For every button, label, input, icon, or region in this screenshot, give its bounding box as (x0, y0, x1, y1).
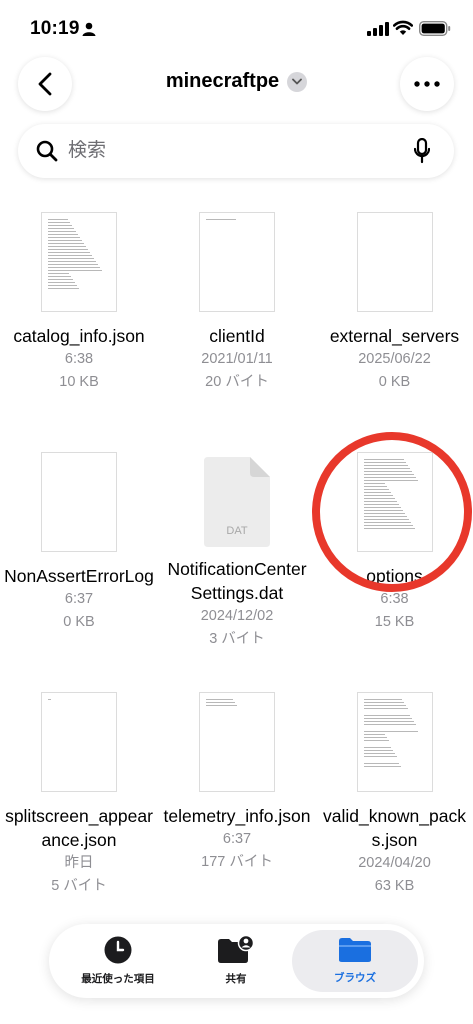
file-thumbnail (41, 212, 117, 312)
file-name: catalog_info.json (13, 326, 145, 346)
search-bar[interactable] (18, 124, 454, 178)
status-bar: 10:19 (0, 0, 473, 56)
file-name: NotificationCenterSettings.dat (167, 559, 307, 603)
file-date: 6:37 (222, 831, 252, 847)
tab-label: 共有 (225, 973, 247, 985)
tab-recents[interactable]: 最近使った項目 (55, 930, 181, 992)
ellipsis-icon (414, 81, 440, 87)
file-item[interactable]: options 6:38 15 KB (316, 445, 473, 685)
file-date: 2024/12/02 (200, 608, 274, 624)
file-item[interactable]: splitscreen_appearance.json 昨日 5 バイト (0, 685, 158, 925)
file-size: 10 KB (59, 374, 99, 390)
tab-label: 最近使った項目 (81, 973, 155, 985)
tab-label: ブラウズ (334, 972, 376, 984)
file-size: 5 バイト (51, 878, 107, 894)
battery-icon (419, 21, 451, 36)
file-thumbnail (199, 212, 275, 312)
file-type-badge: DAT (226, 525, 248, 537)
chevron-down-icon (287, 71, 308, 92)
file-thumbnail (356, 212, 433, 312)
file-size: 63 KB (374, 878, 415, 894)
file-item[interactable]: external_servers 2025/06/22 0 KB (316, 205, 473, 445)
file-name: NonAssertErrorLog (4, 566, 154, 586)
tab-shared[interactable]: 共有 (173, 930, 299, 992)
file-name: splitscreen_appearance.json (5, 806, 153, 850)
file-name: valid_known_packs.json (322, 806, 466, 850)
status-time: 10:19 (30, 18, 80, 39)
file-name: clientId (209, 326, 265, 346)
file-date: 2024/04/20 (358, 855, 431, 871)
clock-icon (104, 936, 132, 964)
file-item[interactable]: telemetry_info.json 6:37 177 バイト (158, 685, 316, 925)
file-size: 3 バイト (209, 631, 265, 647)
file-item[interactable]: DAT NotificationCenterSettings.dat 2024/12… (158, 445, 316, 685)
file-item[interactable]: clientId 2021/01/11 20 バイト (158, 205, 316, 445)
tab-bar: 最近使った項目 共有 ブラウズ (49, 924, 424, 998)
file-thumbnail (41, 692, 117, 792)
dat-file-icon: DAT (204, 457, 270, 547)
page-title: minecraftpe (165, 70, 280, 92)
file-item[interactable]: valid_known_packs.json 2024/04/20 63 KB (316, 685, 473, 925)
file-date: 6:37 (64, 591, 94, 607)
shared-folder-icon (218, 936, 255, 963)
file-name: options (366, 566, 423, 586)
more-options-button[interactable] (400, 57, 454, 111)
file-size: 0 KB (378, 374, 411, 390)
file-size: 177 バイト (201, 854, 273, 870)
folder-icon (339, 938, 371, 962)
file-item[interactable]: catalog_info.json 6:38 10 KB (0, 205, 158, 445)
file-name: telemetry_info.json (163, 806, 311, 826)
search-input[interactable] (68, 138, 398, 164)
file-size: 15 KB (374, 614, 415, 630)
tab-browse[interactable]: ブラウズ (292, 930, 418, 992)
cellular-signal-icon (367, 22, 389, 36)
file-thumbnail (356, 692, 433, 792)
file-date: 昨日 (64, 855, 94, 871)
file-date: 2021/01/11 (201, 351, 273, 367)
file-size: 0 KB (63, 614, 95, 630)
file-grid: catalog_info.json 6:38 10 KB clientId 2021/0… (0, 205, 473, 925)
file-name: external_servers (329, 326, 460, 346)
file-date: 2025/06/22 (358, 351, 431, 367)
file-size: 20 バイト (205, 374, 269, 390)
file-thumbnail (41, 452, 117, 552)
file-thumbnail (356, 452, 433, 552)
search-icon (36, 140, 58, 162)
person-icon (82, 22, 96, 36)
microphone-icon[interactable] (414, 138, 430, 164)
file-date: 6:38 (380, 591, 409, 607)
file-date: 6:38 (64, 351, 94, 367)
wifi-icon (393, 20, 413, 35)
file-item[interactable]: NonAssertErrorLog 6:37 0 KB (0, 445, 158, 685)
file-thumbnail (199, 692, 275, 792)
